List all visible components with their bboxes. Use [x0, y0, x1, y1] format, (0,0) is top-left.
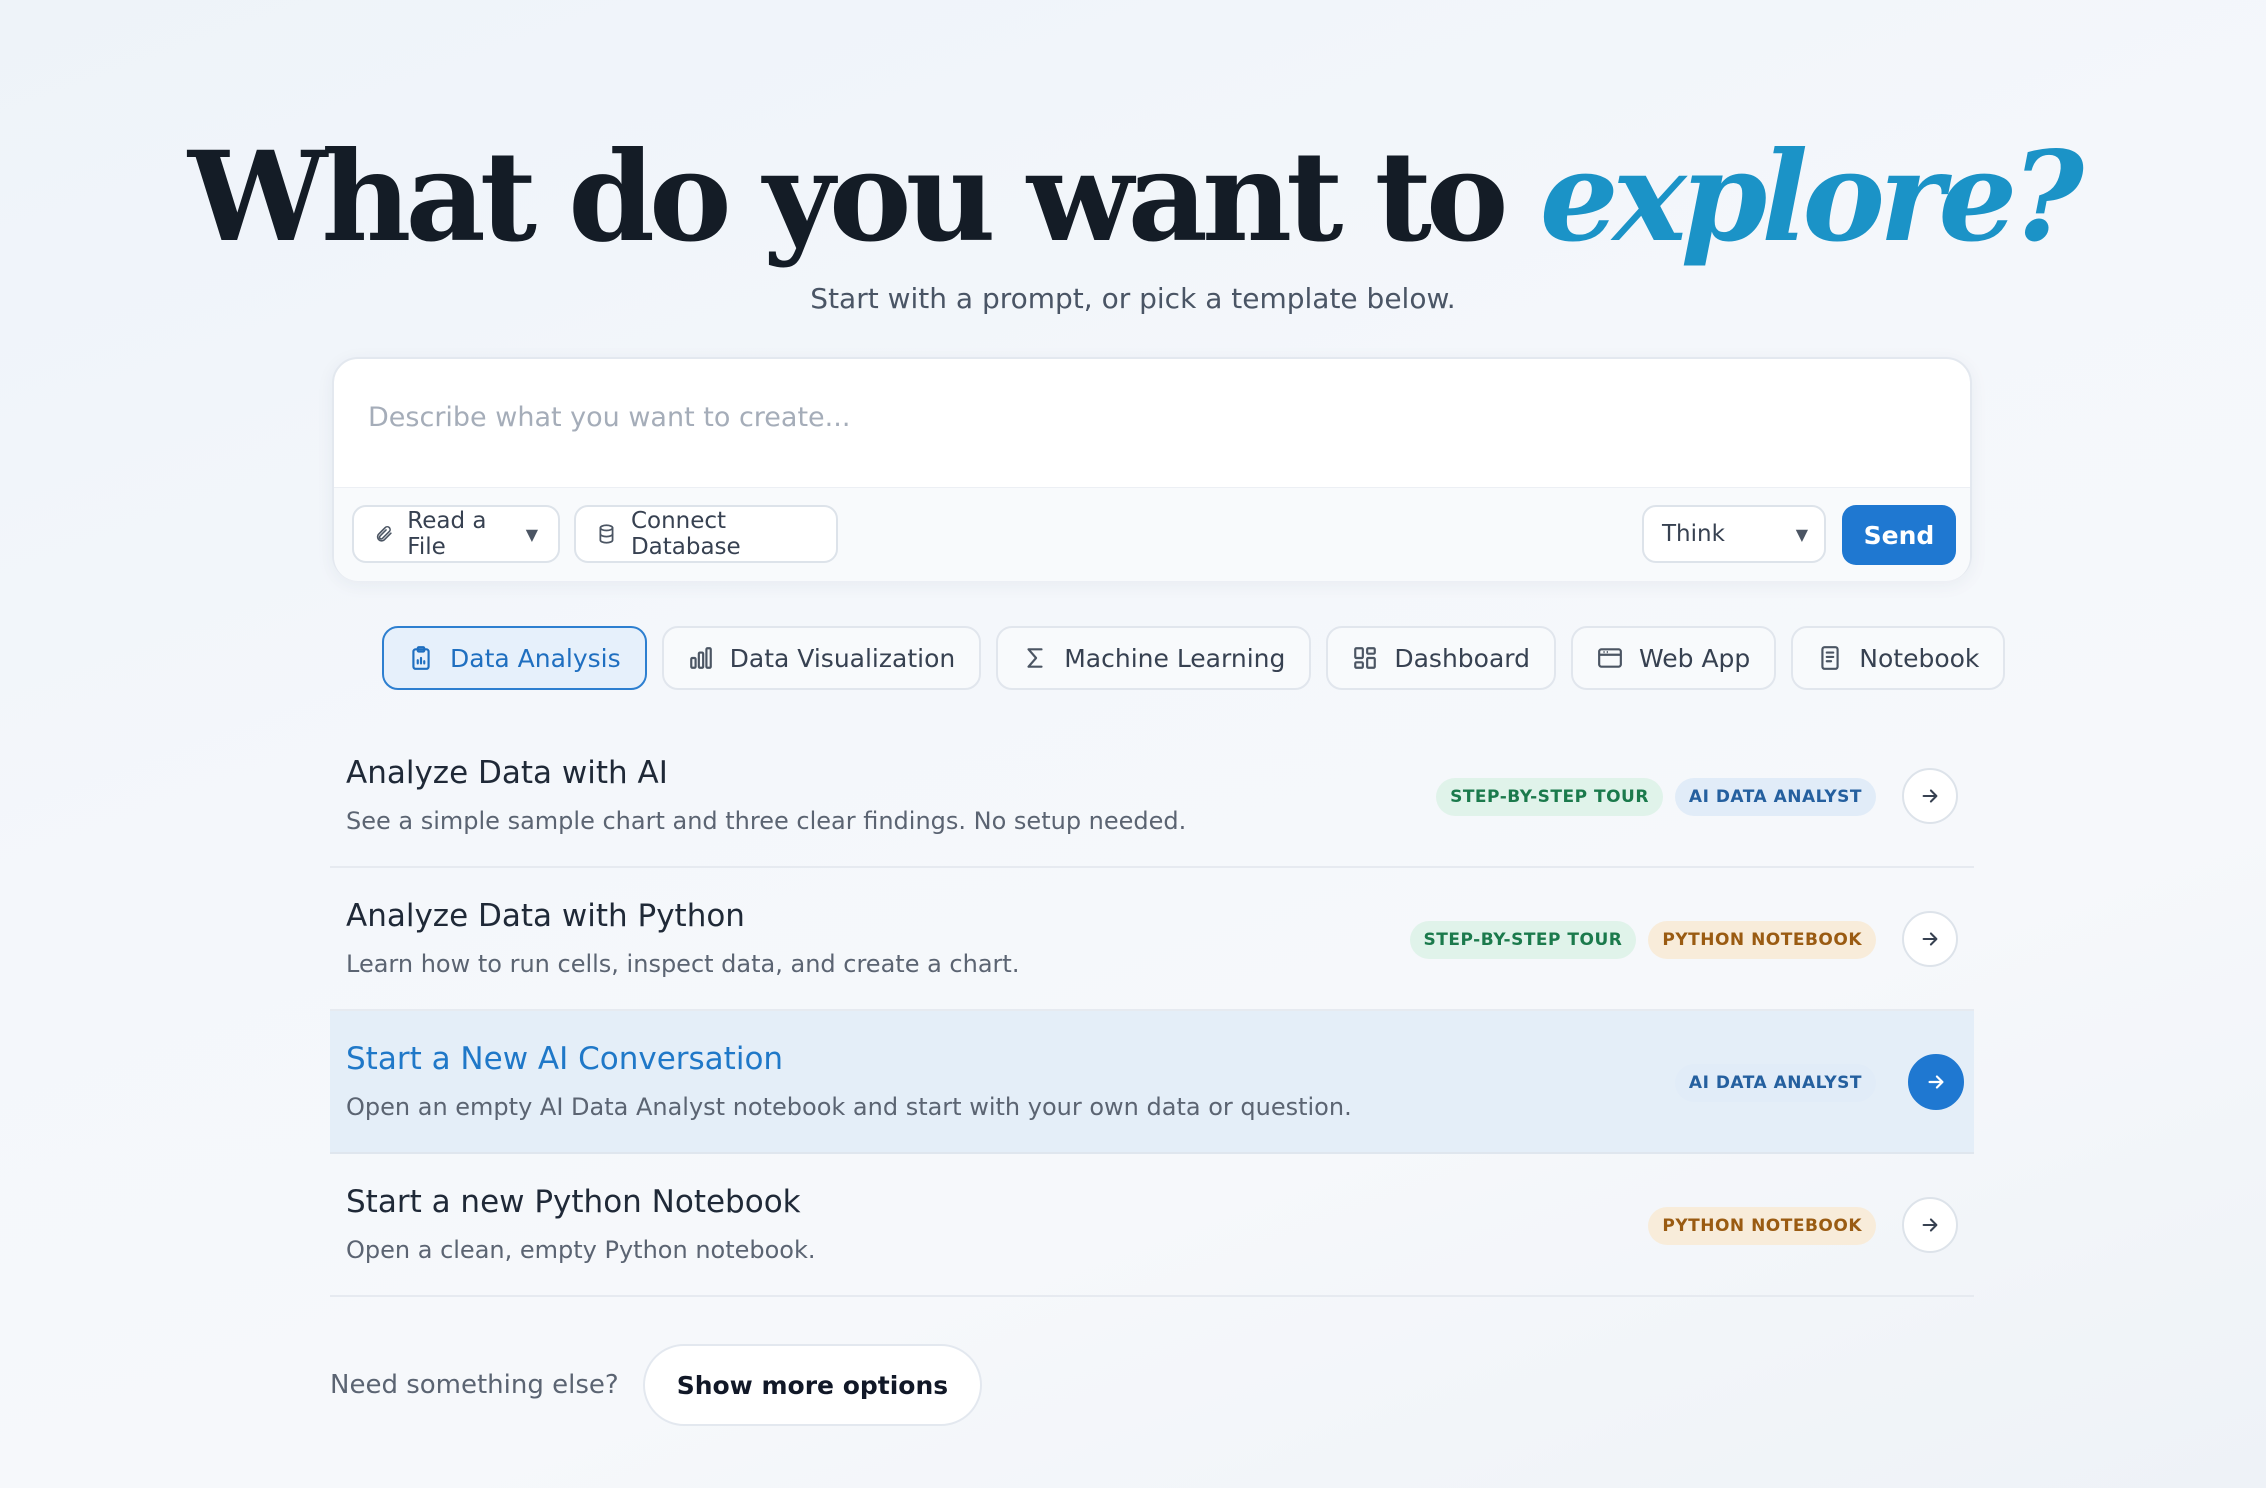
- dashboard-grid-icon: [1354, 647, 1377, 669]
- template-badges: STEP-BY-STEP TOUR AI DATA ANALYST: [1436, 778, 1876, 816]
- connect-database-label: Connect Database: [630, 508, 741, 560]
- need-something-label: Need something else?: [330, 1370, 619, 1400]
- template-title: Analyze Data with AI: [346, 755, 668, 791]
- title-end: ?: [2011, 125, 2084, 270]
- tab-label: Data Visualization: [729, 643, 956, 673]
- bar-chart-icon: [689, 647, 712, 669]
- read-file-button[interactable]: Read a File ▼: [352, 505, 560, 563]
- tab-data-analysis[interactable]: Data Analysis: [382, 626, 647, 690]
- template-description: Open a clean, empty Python notebook.: [346, 1236, 816, 1264]
- arrow-right-icon: [1922, 932, 1938, 946]
- chevron-down-icon: ▼: [525, 524, 538, 544]
- tab-web-app[interactable]: Web App: [1571, 626, 1777, 690]
- page-title: What do you want to explore?: [0, 118, 2266, 278]
- template-title: Start a new Python Notebook: [346, 1184, 801, 1220]
- mode-select-value: Think: [1662, 521, 1725, 547]
- template-description: Open an empty AI Data Analyst notebook a…: [346, 1093, 1352, 1121]
- mode-select[interactable]: Think ▼: [1642, 505, 1826, 563]
- template-list: Analyze Data with AI See a simple sample…: [330, 725, 1974, 1297]
- database-icon: [599, 524, 614, 544]
- clipboard-icon: [412, 646, 430, 670]
- chevron-down-icon: ▼: [1795, 524, 1808, 544]
- badge-ai-data-analyst: AI DATA ANALYST: [1674, 778, 1876, 816]
- tab-label: Machine Learning: [1064, 643, 1286, 673]
- template-row[interactable]: Start a new Python Notebook Open a clean…: [330, 1154, 1974, 1297]
- page: What do you want to explore? Start with …: [0, 0, 2266, 1488]
- connect-database-button[interactable]: Connect Database: [574, 505, 838, 563]
- tab-label: Dashboard: [1394, 643, 1530, 673]
- badge-python-notebook: PYTHON NOTEBOOK: [1648, 921, 1876, 959]
- template-row[interactable]: Analyze Data with AI See a simple sample…: [330, 725, 1974, 868]
- template-description: Learn how to run cells, inspect data, an…: [346, 950, 1020, 978]
- more-options-area: Need something else? Show more options: [330, 1344, 983, 1426]
- open-template-button[interactable]: [1902, 768, 1958, 824]
- template-badges: PYTHON NOTEBOOK: [1648, 1207, 1876, 1245]
- arrow-right-icon: [1928, 1075, 1944, 1089]
- badge-step-by-step-tour: STEP-BY-STEP TOUR: [1436, 778, 1663, 816]
- template-tabs: Data Analysis Data Visualization Machine…: [382, 626, 2006, 690]
- browser-window-icon: [1598, 648, 1622, 668]
- badge-step-by-step-tour: STEP-BY-STEP TOUR: [1409, 921, 1637, 959]
- paperclip-icon: [376, 525, 392, 542]
- send-button[interactable]: Send: [1842, 505, 1956, 565]
- arrow-right-icon: [1922, 1218, 1938, 1232]
- sigma-icon: [1027, 648, 1043, 668]
- arrow-right-icon: [1922, 789, 1938, 803]
- template-title: Start a New AI Conversation: [346, 1041, 784, 1077]
- tab-dashboard[interactable]: Dashboard: [1326, 626, 1556, 690]
- template-badges: AI DATA ANALYST: [1674, 1064, 1876, 1102]
- title-main: What do you want to: [188, 125, 1540, 270]
- page-subtitle: Start with a prompt, or pick a template …: [810, 282, 1456, 315]
- read-file-label: Read a File: [407, 508, 487, 560]
- tab-label: Data Analysis: [450, 643, 621, 673]
- open-template-button[interactable]: [1902, 911, 1958, 967]
- tab-notebook[interactable]: Notebook: [1791, 626, 2006, 690]
- title-accent: explore: [1539, 125, 2018, 270]
- template-row[interactable]: Start a New AI Conversation Open an empt…: [330, 1011, 1974, 1154]
- badge-python-notebook: PYTHON NOTEBOOK: [1648, 1207, 1876, 1245]
- tab-machine-learning[interactable]: Machine Learning: [996, 626, 1312, 690]
- tab-data-visualization[interactable]: Data Visualization: [661, 626, 982, 690]
- show-more-options-button[interactable]: Show more options: [642, 1344, 983, 1426]
- prompt-input[interactable]: [368, 387, 1928, 447]
- notebook-icon: [1821, 646, 1839, 670]
- tab-label: Notebook: [1859, 643, 1980, 673]
- prompt-box: Read a File ▼ Connect Database Think ▼ S…: [332, 357, 1972, 581]
- open-template-button[interactable]: [1902, 1197, 1958, 1253]
- template-title: Analyze Data with Python: [346, 898, 745, 934]
- badge-ai-data-analyst: AI DATA ANALYST: [1674, 1064, 1876, 1102]
- template-description: See a simple sample chart and three clea…: [346, 807, 1187, 835]
- open-template-button[interactable]: [1908, 1054, 1964, 1110]
- template-row[interactable]: Analyze Data with Python Learn how to ru…: [330, 868, 1974, 1011]
- template-badges: STEP-BY-STEP TOUR PYTHON NOTEBOOK: [1409, 921, 1876, 959]
- tab-label: Web App: [1639, 643, 1751, 673]
